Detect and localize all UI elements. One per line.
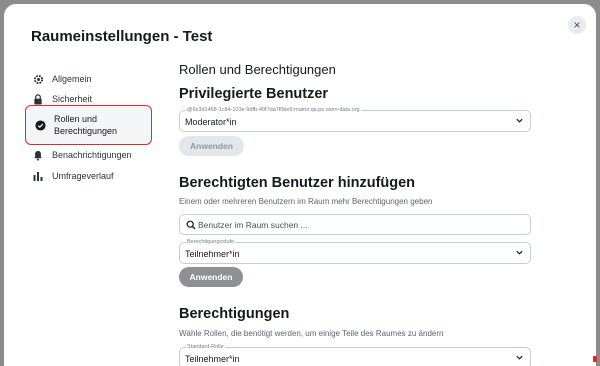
sidebar-item-label: Allgemein (52, 74, 92, 84)
sidebar-item-poll-history[interactable]: Umfrageverlauf (24, 165, 114, 187)
sidebar-item-label: Umfrageverlauf (52, 171, 114, 181)
sidebar-item-notifications[interactable]: Benachrichtigungen (24, 144, 132, 166)
user-search-field[interactable] (179, 214, 531, 235)
apply-privileged-button[interactable]: Anwenden (179, 136, 244, 156)
sidebar-item-general[interactable]: Allgemein (24, 68, 92, 90)
bell-icon (32, 149, 44, 161)
chevron-down-icon (516, 118, 523, 123)
select-label: Standard-Rolle (186, 344, 225, 350)
dialog-title: Raumeinstellungen - Test (31, 28, 213, 45)
permission-level-select[interactable]: Berechtigungsstufe Teilnehmer*in (179, 239, 531, 264)
lock-icon (32, 93, 44, 105)
select-label: Berechtigungsstufe (186, 239, 236, 245)
sidebar-item-roles-permissions[interactable]: Rollen und Berechtigungen (25, 105, 152, 145)
select-label: @6c3d1468-1c84-103e-9dfb-49f7da7f0be9:ma… (186, 107, 361, 113)
chart-icon (32, 170, 44, 182)
scrollbar-marker (593, 356, 597, 362)
privileged-user-role-select[interactable]: @6c3d1468-1c84-103e-9dfb-49f7da7f0be9:ma… (179, 107, 531, 132)
default-role-select[interactable]: Standard-Rolle Teilnehmer*in (179, 344, 531, 366)
close-button[interactable]: × (568, 16, 586, 34)
select-value: Teilnehmer*in (185, 354, 240, 364)
sidebar-item-label-line2: Berechtigungen (54, 126, 118, 136)
sidebar-item-label: Benachrichtigungen (52, 150, 132, 160)
add-privileged-user-title: Berechtigten Benutzer hinzufügen (179, 175, 416, 191)
shield-check-icon (34, 119, 46, 131)
permissions-description: Wähle Rollen, die benötigt werden, um ei… (179, 329, 444, 338)
sidebar-item-label: Sicherheit (52, 94, 93, 104)
search-icon (186, 220, 196, 230)
apply-add-user-button[interactable]: Anwenden (179, 267, 243, 287)
page-heading: Rollen und Berechtigungen (179, 62, 336, 77)
select-value: Moderator*in (185, 117, 237, 127)
close-icon: × (573, 18, 581, 32)
gear-icon (32, 73, 44, 85)
select-value: Teilnehmer*in (185, 249, 240, 259)
privileged-users-title: Privilegierte Benutzer (179, 86, 329, 102)
sidebar-item-label-line1: Rollen und (54, 114, 98, 124)
permissions-title: Berechtigungen (179, 306, 290, 322)
chevron-down-icon (516, 355, 523, 360)
user-search-input[interactable] (198, 218, 518, 232)
chevron-down-icon (516, 250, 523, 255)
room-settings-dialog: Raumeinstellungen - Test × Allgemein Sic… (4, 4, 596, 366)
add-privileged-user-description: Einem oder mehreren Benutzern im Raum me… (179, 197, 433, 206)
